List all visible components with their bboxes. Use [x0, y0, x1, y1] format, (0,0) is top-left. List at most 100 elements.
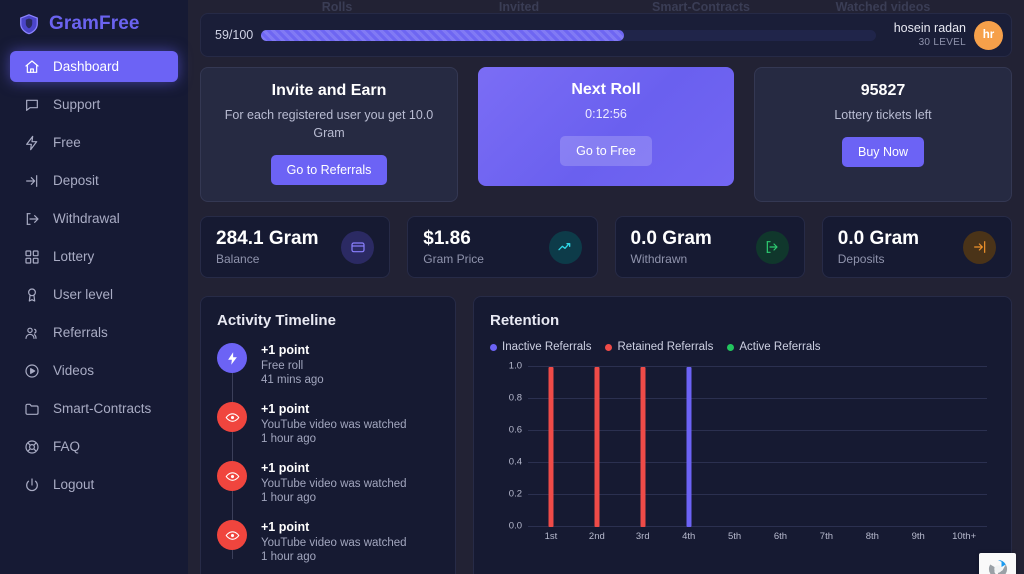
x-axis: 1st 2nd 3rd 4th 5th 6th 7th 8th 9th 10th+: [528, 531, 987, 542]
level-progress-fill: [261, 29, 624, 41]
stat-card-withdrawn: 0.0 Gram Withdrawn: [614, 216, 805, 279]
lifebuoy-icon: [23, 438, 40, 455]
stat-value: 0.0 Gram: [630, 228, 712, 250]
bottom-row: Activity Timeline +1 point Free roll 41 …: [200, 296, 1016, 574]
user-level-badge: 30 LEVEL: [918, 36, 966, 48]
brand-name: GramFree: [49, 13, 140, 34]
sidebar-nav: Dashboard Support Free Deposit Withdrawa…: [0, 51, 188, 500]
promo-subtitle: For each registered user you get 10.0 Gr…: [224, 108, 434, 141]
x-axis-tick: 6th: [773, 531, 788, 543]
stat-label: Deposits: [837, 252, 885, 267]
promo-cards-row: Invite and Earn For each registered user…: [200, 67, 1012, 203]
sidebar-item-label: User level: [53, 287, 114, 302]
buy-now-button[interactable]: Buy Now: [841, 137, 925, 168]
activity-timeline-title: Activity Timeline: [217, 312, 336, 330]
sidebar-item-smart-contracts[interactable]: Smart-Contracts: [10, 393, 178, 424]
timeline-item-title: +1 point: [261, 461, 310, 476]
bar-slot: [666, 367, 712, 528]
timeline-item-body: +1 point YouTube video was watched 1 hou…: [261, 402, 407, 445]
stat-card-gram-price: $1.86 Gram Price: [407, 216, 598, 279]
sidebar-item-videos[interactable]: Videos: [10, 355, 178, 386]
logout-arrow-icon: [755, 230, 789, 264]
chart-bar[interactable]: [686, 367, 692, 528]
promo-title: Next Roll: [571, 81, 641, 98]
x-axis-tick: 4th: [682, 531, 696, 543]
bar-slot: [712, 367, 758, 527]
go-to-free-button[interactable]: Go to Free: [560, 136, 652, 167]
main-content: Rolls Invited Smart-Contracts Watched vi…: [188, 0, 1024, 574]
legend-label: Active Referrals: [739, 341, 821, 354]
lottery-tickets-count: 95827: [860, 82, 906, 99]
bar-slot: [803, 367, 849, 527]
x-axis-tick: 3rd: [635, 531, 650, 543]
go-to-referrals-button[interactable]: Go to Referrals: [270, 155, 388, 186]
timeline-item-title: +1 point: [261, 343, 310, 358]
topbar: 59/100 hosein radan 30 LEVEL hr: [200, 13, 1012, 57]
bar-slot: [758, 367, 804, 527]
legend-color-dot: [605, 343, 613, 351]
stat-value: 0.0 Gram: [837, 228, 920, 250]
x-axis-tick: 1st: [544, 531, 558, 543]
legend-item[interactable]: Retained Referrals: [605, 341, 713, 353]
y-axis-tick: 0.6: [508, 424, 522, 436]
user-name: hosein radan: [893, 20, 966, 35]
sidebar-item-withdrawal[interactable]: Withdrawal: [10, 203, 178, 234]
activity-timeline-card: Activity Timeline +1 point Free roll 41 …: [200, 296, 456, 574]
timeline-item-time: 1 hour ago: [261, 433, 316, 446]
user-profile[interactable]: hosein radan 30 LEVEL hr: [886, 20, 1003, 50]
brand-logo[interactable]: GramFree: [0, 9, 188, 45]
timeline-item-time: 1 hour ago: [261, 492, 316, 505]
level-progress-bar[interactable]: [261, 29, 876, 41]
bolt-icon: [23, 134, 40, 151]
legend-item[interactable]: Inactive Referrals: [490, 341, 591, 353]
eye-icon: [217, 461, 247, 492]
stat-label: Withdrawn: [630, 252, 688, 267]
sidebar-item-deposit[interactable]: Deposit: [10, 165, 178, 196]
sidebar-item-label: Support: [53, 97, 101, 112]
timeline-item-desc: Free roll: [261, 360, 304, 373]
sidebar-item-label: Referrals: [53, 325, 108, 340]
stat-label: Balance: [216, 252, 260, 267]
avatar[interactable]: hr: [974, 20, 1003, 50]
users-icon: [23, 324, 40, 341]
legend-color-dot: [490, 343, 497, 351]
chart-bar[interactable]: [548, 367, 554, 528]
sidebar-item-label: FAQ: [53, 439, 81, 454]
folder-icon: [23, 400, 40, 417]
stat-label: Gram Price: [423, 252, 484, 267]
chart-bar[interactable]: [640, 367, 646, 528]
sidebar-item-label: Smart-Contracts: [53, 401, 152, 416]
sidebar-item-user-level[interactable]: User level: [10, 279, 178, 310]
timeline-item-desc: YouTube video was watched: [261, 478, 407, 491]
login-arrow-icon: [23, 172, 40, 189]
timeline-item-desc: YouTube video was watched: [261, 419, 407, 432]
x-axis-tick: 9th: [911, 531, 925, 543]
bar-slot: [528, 367, 574, 528]
bar-slot: [895, 367, 941, 527]
sidebar-item-referrals[interactable]: Referrals: [10, 317, 178, 348]
sidebar-item-logout[interactable]: Logout: [10, 469, 178, 500]
promo-title: Invite and Earn: [271, 82, 387, 99]
legend-item[interactable]: Active Referrals: [727, 341, 821, 354]
timeline-item-title: +1 point: [261, 402, 310, 417]
y-axis-tick: 0.8: [508, 392, 522, 404]
sidebar-item-label: Deposit: [53, 173, 99, 188]
stats-row: 284.1 Gram Balance $1.86 Gram Price 0.0 …: [200, 216, 1012, 279]
sidebar-item-dashboard[interactable]: Dashboard: [10, 51, 178, 82]
bar-slot: [849, 367, 895, 527]
shield-logo-icon: [18, 13, 40, 35]
sidebar-item-free[interactable]: Free: [10, 127, 178, 158]
sidebar-item-lottery[interactable]: Lottery: [10, 241, 178, 272]
timeline-item-body: +1 point YouTube video was watched 1 hou…: [261, 461, 407, 504]
sidebar-item-faq[interactable]: FAQ: [10, 431, 178, 462]
chart-bar[interactable]: [594, 367, 600, 528]
scrolled-stat-labels: Rolls Invited Smart-Contracts Watched vi…: [200, 0, 1012, 12]
recaptcha-badge[interactable]: حریم خصوصی - شرایط: [979, 553, 1016, 574]
app-root: GramFree Dashboard Support Free Deposit …: [0, 0, 1024, 574]
award-icon: [23, 286, 40, 303]
trending-up-icon: [548, 230, 582, 264]
sidebar-item-support[interactable]: Support: [10, 89, 178, 120]
bolt-icon: [217, 343, 247, 374]
promo-card-invite: Invite and Earn For each registered user…: [200, 67, 458, 203]
stat-value: $1.86: [423, 228, 471, 250]
